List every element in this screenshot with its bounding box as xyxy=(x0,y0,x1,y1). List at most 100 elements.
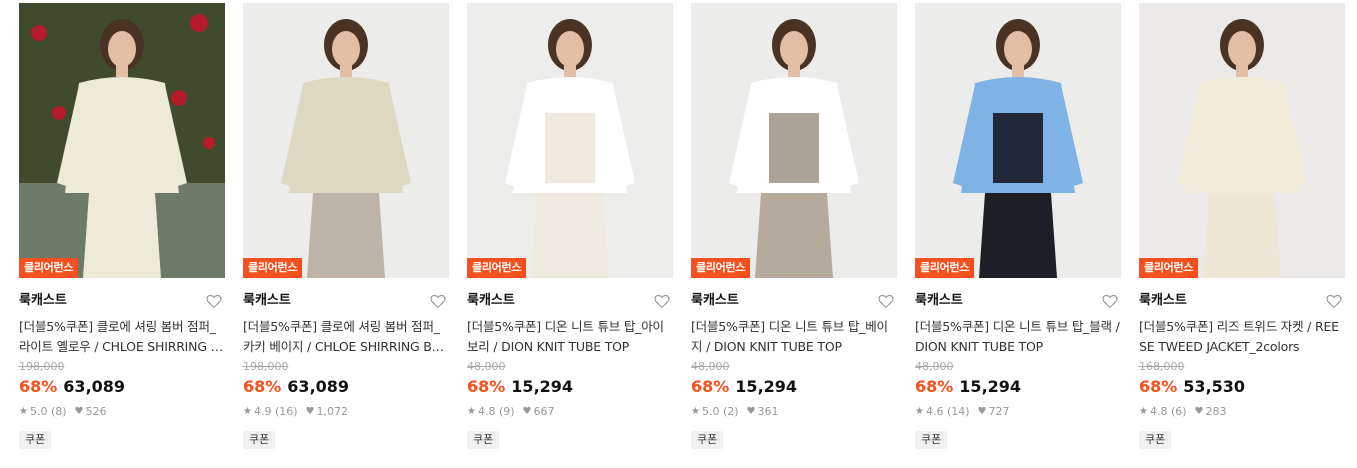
product-card[interactable]: 클리어런스 룩캐스트 [더블5%쿠폰] 리즈 트위드 자켓 / REESE TW… xyxy=(1139,3,1345,449)
likes: ♥ 361 xyxy=(747,404,779,420)
like-count: 361 xyxy=(757,405,779,418)
product-card[interactable]: 클리어런스 룩캐스트 [더블5%쿠폰] 클로에 셔링 봄버 점퍼_라이트 옐로우… xyxy=(19,3,225,449)
like-count: 727 xyxy=(988,405,1010,418)
product-title[interactable]: [더블5%쿠폰] 클로에 셔링 봄버 점퍼_카키 베이지 / CHLOE SHI… xyxy=(243,317,449,357)
heart-filled-icon: ♥ xyxy=(74,406,84,417)
review-meta: ★ 4.8 (6) ♥ 283 xyxy=(1139,404,1345,420)
product-card[interactable]: 클리어런스 룩캐스트 [더블5%쿠폰] 디온 니트 튜브 탑_블랙 / DION… xyxy=(915,3,1121,449)
review-meta: ★ 5.0 (8) ♥ 526 xyxy=(19,404,225,420)
price-row: 68% 15,294 xyxy=(915,376,1121,398)
heart-filled-icon: ♥ xyxy=(522,406,532,417)
clearance-badge: 클리어런스 xyxy=(243,258,303,278)
product-card[interactable]: 클리어런스 룩캐스트 [더블5%쿠폰] 디온 니트 튜브 탑_아이보리 / DI… xyxy=(467,3,673,449)
original-price: 168,000 xyxy=(1139,360,1185,373)
product-image[interactable]: 클리어런스 xyxy=(243,3,449,278)
original-price: 48,000 xyxy=(467,360,506,373)
clearance-badge: 클리어런스 xyxy=(19,258,79,278)
brand-name[interactable]: 룩캐스트 xyxy=(19,293,225,309)
brand-name[interactable]: 룩캐스트 xyxy=(1139,293,1345,309)
price-row: 68% 15,294 xyxy=(691,376,897,398)
brand-name[interactable]: 룩캐스트 xyxy=(691,293,897,309)
rating: 4.8 (6) xyxy=(1149,405,1187,418)
product-title[interactable]: [더블5%쿠폰] 디온 니트 튜브 탑_블랙 / DION KNIT TUBE … xyxy=(915,317,1121,357)
review-meta: ★ 4.8 (9) ♥ 667 xyxy=(467,404,673,420)
heart-filled-icon: ♥ xyxy=(746,406,756,417)
product-image[interactable]: 클리어런스 xyxy=(1139,3,1345,278)
sale-price: 15,294 xyxy=(959,377,1022,396)
product-title[interactable]: [더블5%쿠폰] 디온 니트 튜브 탑_아이보리 / DION KNIT TUB… xyxy=(467,317,673,357)
heart-outline-icon[interactable] xyxy=(429,292,447,310)
coupon-tag: 쿠폰 xyxy=(1139,431,1172,449)
heart-outline-icon[interactable] xyxy=(1325,292,1343,310)
like-count: 283 xyxy=(1205,405,1227,418)
star-icon: ★ xyxy=(1139,406,1148,417)
likes: ♥ 283 xyxy=(1195,404,1227,420)
sale-price: 63,089 xyxy=(287,377,350,396)
clearance-badge: 클리어런스 xyxy=(915,258,975,278)
discount-rate: 68% xyxy=(19,377,58,396)
product-image[interactable]: 클리어런스 xyxy=(19,3,225,278)
rating: 5.0 (8) xyxy=(29,405,67,418)
product-card[interactable]: 클리어런스 룩캐스트 [더블5%쿠폰] 클로에 셔링 봄버 점퍼_카키 베이지 … xyxy=(243,3,449,449)
star-icon: ★ xyxy=(915,406,924,417)
discount-rate: 68% xyxy=(915,377,954,396)
likes: ♥ 727 xyxy=(978,404,1010,420)
likes: ♥ 667 xyxy=(523,404,555,420)
sale-price: 15,294 xyxy=(735,377,798,396)
original-price: 48,000 xyxy=(915,360,954,373)
heart-filled-icon: ♥ xyxy=(977,406,987,417)
review-meta: ★ 4.6 (14) ♥ 727 xyxy=(915,404,1121,420)
coupon-tag: 쿠폰 xyxy=(691,431,724,449)
price-row: 68% 53,530 xyxy=(1139,376,1345,398)
original-price: 198,000 xyxy=(19,360,65,373)
price-row: 68% 63,089 xyxy=(243,376,449,398)
product-card[interactable]: 클리어런스 룩캐스트 [더블5%쿠폰] 디온 니트 튜브 탑_베이지 / DIO… xyxy=(691,3,897,449)
brand-name[interactable]: 룩캐스트 xyxy=(915,293,1121,309)
rating: 5.0 (2) xyxy=(701,405,739,418)
heart-outline-icon[interactable] xyxy=(653,292,671,310)
review-meta: ★ 4.9 (16) ♥ 1,072 xyxy=(243,404,449,420)
product-title[interactable]: [더블5%쿠폰] 디온 니트 튜브 탑_베이지 / DION KNIT TUBE… xyxy=(691,317,897,357)
coupon-tag: 쿠폰 xyxy=(19,431,52,449)
like-count: 526 xyxy=(85,405,107,418)
rating: 4.9 (16) xyxy=(253,405,298,418)
heart-outline-icon[interactable] xyxy=(877,292,895,310)
heart-filled-icon: ♥ xyxy=(305,406,315,417)
star-icon: ★ xyxy=(691,406,700,417)
coupon-tag: 쿠폰 xyxy=(467,431,500,449)
original-price: 48,000 xyxy=(691,360,730,373)
clearance-badge: 클리어런스 xyxy=(691,258,751,278)
likes: ♥ 1,072 xyxy=(306,404,348,420)
coupon-tag: 쿠폰 xyxy=(915,431,948,449)
discount-rate: 68% xyxy=(1139,377,1178,396)
sale-price: 53,530 xyxy=(1183,377,1246,396)
product-title[interactable]: [더블5%쿠폰] 리즈 트위드 자켓 / REESE TWEED JACKET_… xyxy=(1139,317,1345,357)
star-icon: ★ xyxy=(19,406,28,417)
sale-price: 63,089 xyxy=(63,377,126,396)
price-row: 68% 15,294 xyxy=(467,376,673,398)
coupon-tag: 쿠폰 xyxy=(243,431,276,449)
product-title[interactable]: [더블5%쿠폰] 클로에 셔링 봄버 점퍼_라이트 옐로우 / CHLOE SH… xyxy=(19,317,225,357)
product-grid: 클리어런스 룩캐스트 [더블5%쿠폰] 클로에 셔링 봄버 점퍼_라이트 옐로우… xyxy=(0,0,1357,468)
brand-name[interactable]: 룩캐스트 xyxy=(243,293,449,309)
heart-outline-icon[interactable] xyxy=(1101,292,1119,310)
likes: ♥ 526 xyxy=(75,404,107,420)
star-icon: ★ xyxy=(467,406,476,417)
star-icon: ★ xyxy=(243,406,252,417)
product-image[interactable]: 클리어런스 xyxy=(691,3,897,278)
review-meta: ★ 5.0 (2) ♥ 361 xyxy=(691,404,897,420)
product-image[interactable]: 클리어런스 xyxy=(467,3,673,278)
like-count: 667 xyxy=(533,405,555,418)
heart-outline-icon[interactable] xyxy=(205,292,223,310)
brand-name[interactable]: 룩캐스트 xyxy=(467,293,673,309)
like-count: 1,072 xyxy=(316,405,349,418)
product-image[interactable]: 클리어런스 xyxy=(915,3,1121,278)
heart-filled-icon: ♥ xyxy=(1194,406,1204,417)
sale-price: 15,294 xyxy=(511,377,574,396)
clearance-badge: 클리어런스 xyxy=(467,258,527,278)
rating: 4.8 (9) xyxy=(477,405,515,418)
price-row: 68% 63,089 xyxy=(19,376,225,398)
discount-rate: 68% xyxy=(691,377,730,396)
original-price: 198,000 xyxy=(243,360,289,373)
rating: 4.6 (14) xyxy=(925,405,970,418)
